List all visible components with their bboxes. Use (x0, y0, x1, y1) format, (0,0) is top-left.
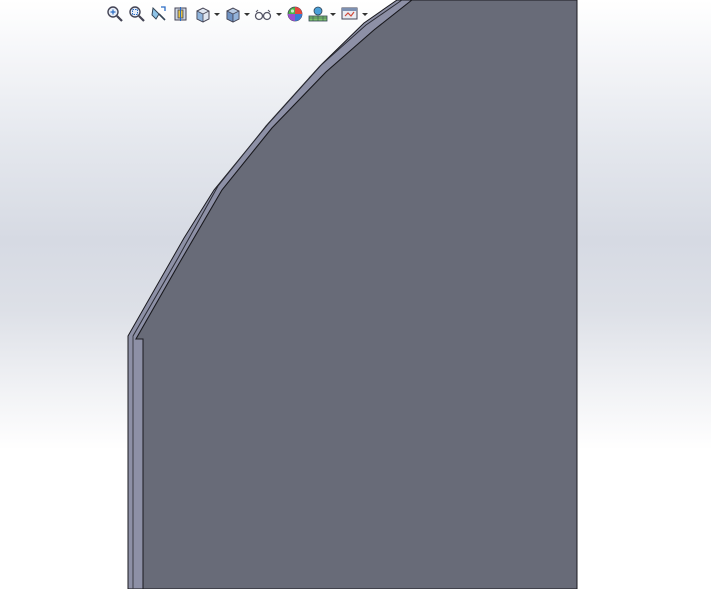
zoom-to-fit-button[interactable] (106, 3, 124, 25)
graphics-area[interactable] (0, 0, 711, 589)
view-orientation-icon (196, 7, 210, 23)
chevron-down-icon (362, 12, 368, 16)
view-orientation-button[interactable] (194, 3, 220, 25)
view-settings-icon (341, 7, 358, 20)
apply-scene-icon (308, 6, 328, 22)
section-view-button[interactable] (172, 3, 190, 25)
section-view-icon (174, 7, 187, 21)
zoom-to-area-icon (129, 6, 145, 22)
chevron-down-icon (276, 12, 282, 16)
previous-view-button[interactable] (150, 3, 168, 25)
chevron-down-icon (244, 12, 250, 16)
zoom-to-fit-icon (107, 6, 123, 22)
apply-scene-button[interactable] (308, 3, 336, 25)
zoom-to-area-button[interactable] (128, 3, 146, 25)
model-front-face (135, 0, 578, 589)
hide-show-items-button[interactable] (254, 3, 282, 25)
chevron-down-icon (330, 12, 336, 16)
previous-view-icon (151, 6, 166, 21)
display-style-button[interactable] (224, 3, 250, 25)
display-style-icon (226, 7, 240, 23)
chevron-down-icon (214, 12, 220, 16)
model-part[interactable] (0, 0, 711, 589)
hide-show-items-icon (254, 9, 272, 21)
edit-appearance-button[interactable] (286, 3, 304, 25)
edit-appearance-icon (287, 6, 303, 22)
heads-up-view-toolbar (106, 3, 372, 25)
view-settings-button[interactable] (340, 3, 368, 25)
